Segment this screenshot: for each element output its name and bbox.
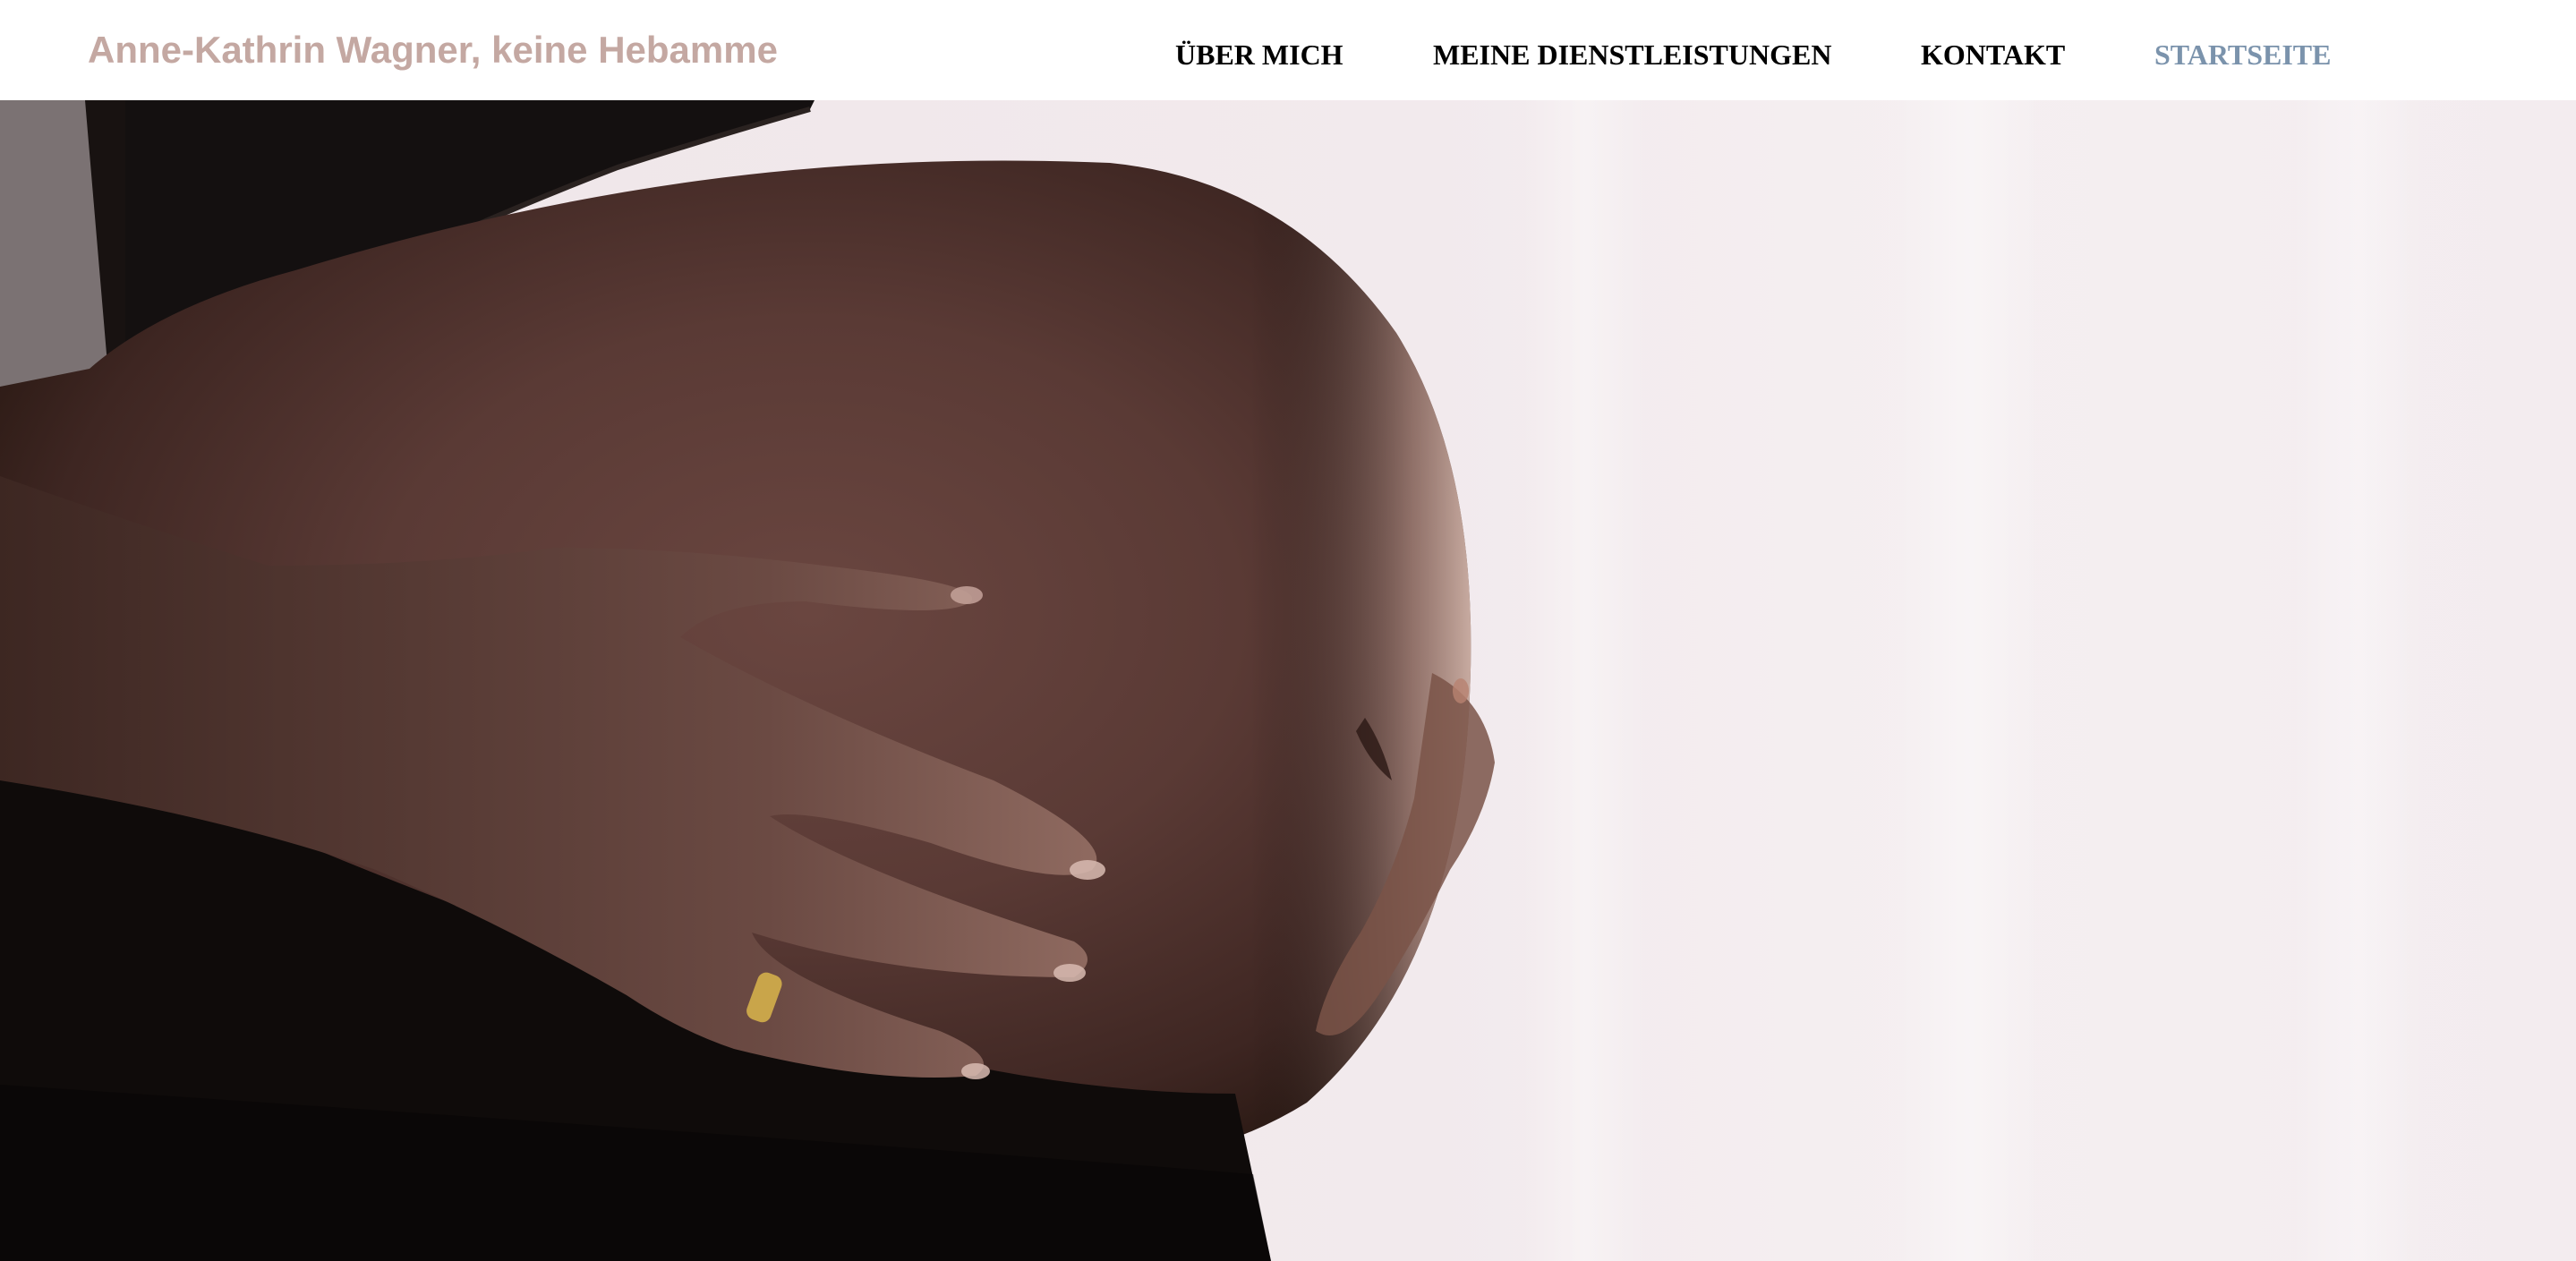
- nav-item-ueber-mich[interactable]: ÜBER MICH: [1175, 34, 1343, 75]
- hero-illustration: [0, 100, 2426, 1261]
- nav-item-startseite[interactable]: STARTSEITE: [2154, 34, 2331, 75]
- site-header: Anne-Kathrin Wagner, keine Hebamme ÜBER …: [0, 0, 2576, 100]
- hero-image: [0, 100, 2576, 1261]
- main-navigation: ÜBER MICH MEINE DIENSTLEISTUNGEN KONTAKT…: [0, 34, 2576, 79]
- nav-item-meine-dienstleistungen[interactable]: MEINE DIENSTLEISTUNGEN: [1433, 34, 1831, 75]
- nav-item-kontakt[interactable]: KONTAKT: [1921, 34, 2065, 75]
